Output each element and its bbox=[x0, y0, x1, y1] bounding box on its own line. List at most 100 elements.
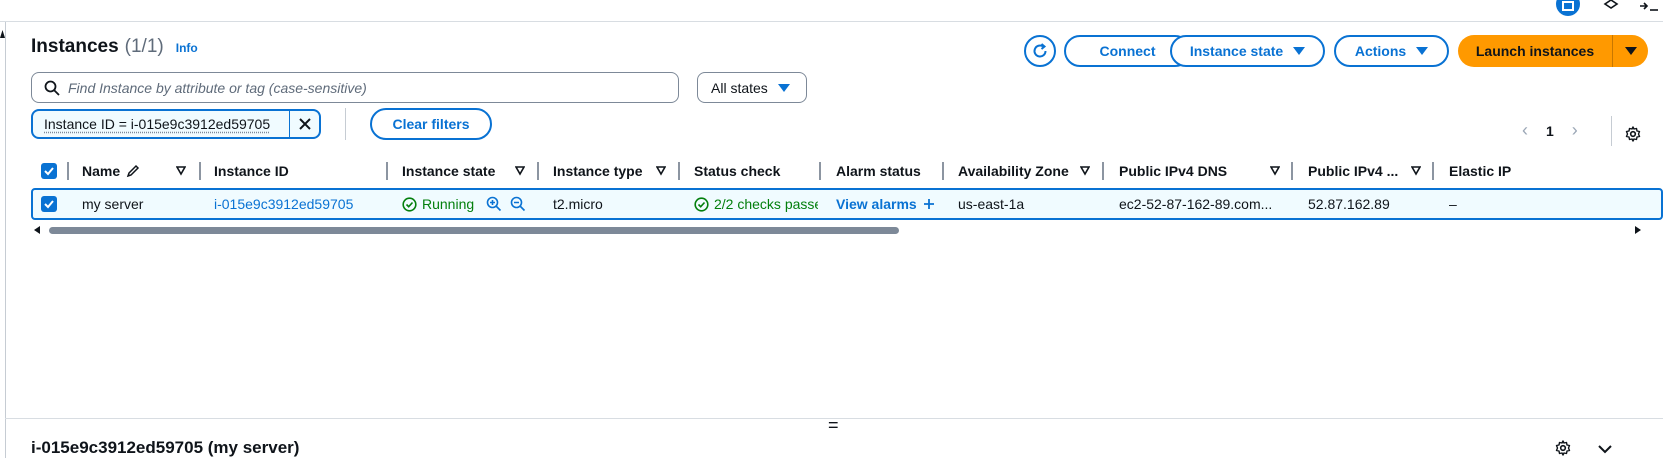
nav-divider bbox=[5, 22, 6, 458]
column-divider[interactable] bbox=[678, 162, 680, 180]
horizontal-scrollbar[interactable] bbox=[31, 224, 1663, 236]
column-header-name[interactable]: Name bbox=[82, 157, 140, 185]
column-header-public-ipv4-dns[interactable]: Public IPv4 DNS bbox=[1119, 157, 1227, 185]
actions-button[interactable]: Actions bbox=[1334, 35, 1449, 67]
status-success-icon bbox=[694, 196, 709, 212]
edit-icon bbox=[126, 164, 140, 178]
table-settings-icon[interactable] bbox=[1625, 126, 1641, 142]
column-header-public-ipv4[interactable]: Public IPv4 ... bbox=[1308, 157, 1398, 185]
search-icon bbox=[44, 80, 60, 96]
page-title: Instances bbox=[31, 36, 119, 57]
select-all-checkbox[interactable] bbox=[41, 157, 57, 185]
sort-icon[interactable] bbox=[656, 157, 666, 185]
column-divider[interactable] bbox=[1102, 162, 1104, 180]
column-divider[interactable] bbox=[819, 162, 821, 180]
column-header-status-check[interactable]: Status check bbox=[694, 157, 780, 185]
details-panel-title: i-015e9c3912ed59705 (my server) bbox=[31, 438, 300, 457]
filter-divider bbox=[345, 108, 346, 140]
instances-table: Name Instance ID Instance state Instance… bbox=[31, 157, 1663, 220]
column-header-elastic-ip[interactable]: Elastic IP bbox=[1449, 157, 1511, 185]
close-icon bbox=[298, 118, 311, 130]
instance-state-button[interactable]: Instance state bbox=[1170, 35, 1325, 67]
scrollbar-thumb[interactable] bbox=[49, 227, 899, 234]
status-success-icon bbox=[402, 196, 417, 212]
connect-label: Connect bbox=[1099, 43, 1156, 59]
column-header-availability-zone[interactable]: Availability Zone bbox=[958, 157, 1069, 185]
column-divider[interactable] bbox=[537, 162, 539, 180]
column-divider[interactable] bbox=[386, 162, 388, 180]
states-select[interactable]: All states bbox=[697, 72, 807, 103]
column-label: Name bbox=[82, 163, 121, 179]
cell-instance-state: Running bbox=[402, 190, 526, 218]
previous-page-icon[interactable]: ‹ bbox=[1522, 120, 1528, 141]
plus-icon[interactable] bbox=[923, 198, 935, 210]
cell-status-check: 2/2 checks passed bbox=[694, 190, 818, 218]
zoom-out-icon[interactable] bbox=[510, 196, 526, 212]
user-menu-icon[interactable] bbox=[1636, 0, 1660, 16]
table-header: Name Instance ID Instance state Instance… bbox=[31, 157, 1663, 185]
top-strip bbox=[0, 0, 1663, 22]
search-input[interactable] bbox=[68, 79, 628, 96]
next-page-icon[interactable]: › bbox=[1572, 120, 1578, 141]
sort-icon[interactable] bbox=[176, 157, 186, 185]
refresh-icon bbox=[1033, 43, 1047, 58]
sort-icon[interactable] bbox=[1270, 157, 1280, 185]
actions-label: Actions bbox=[1354, 43, 1407, 59]
filter-token: Instance ID = i-015e9c3912ed59705 bbox=[31, 109, 321, 139]
column-divider bbox=[67, 162, 69, 180]
launch-instances-split-button: Launch instances bbox=[1458, 35, 1648, 67]
info-link[interactable]: Info bbox=[176, 41, 198, 55]
checkbox-checked-icon bbox=[41, 196, 57, 212]
sort-icon[interactable] bbox=[515, 157, 525, 185]
caret-down-icon bbox=[777, 83, 790, 92]
chevron-down-icon[interactable] bbox=[1598, 444, 1612, 454]
caret-down-icon bbox=[1624, 47, 1637, 55]
page-header: Instances (1/1) Info bbox=[31, 36, 198, 58]
states-select-value: All states bbox=[711, 79, 768, 96]
zoom-in-icon[interactable] bbox=[486, 196, 502, 212]
filter-token-label: Instance ID = i-015e9c3912ed59705 bbox=[44, 116, 271, 132]
caret-down-icon bbox=[1416, 47, 1429, 55]
column-divider[interactable] bbox=[1291, 162, 1293, 180]
sort-icon[interactable] bbox=[1411, 157, 1421, 185]
row-checkbox[interactable] bbox=[41, 190, 57, 218]
checkbox-checked-icon bbox=[41, 163, 57, 179]
view-alarms-label: View alarms bbox=[836, 196, 917, 212]
pagination: ‹ 1 › bbox=[1522, 120, 1578, 141]
notifications-icon[interactable] bbox=[1556, 0, 1580, 16]
instance-count: (1/1) bbox=[124, 36, 164, 57]
column-header-instance-state[interactable]: Instance state bbox=[402, 157, 495, 185]
cell-elastic-ip: – bbox=[1449, 196, 1457, 212]
caret-down-icon bbox=[1293, 47, 1306, 55]
column-header-instance-type[interactable]: Instance type bbox=[553, 157, 642, 185]
panel-settings-icon[interactable] bbox=[1555, 440, 1571, 456]
column-header-alarm-status[interactable]: Alarm status bbox=[836, 157, 921, 185]
clear-filters-button[interactable]: Clear filters bbox=[370, 108, 492, 140]
column-divider[interactable] bbox=[199, 162, 201, 180]
remove-filter-button[interactable] bbox=[289, 111, 319, 137]
help-icon[interactable] bbox=[1599, 0, 1623, 16]
refresh-button[interactable] bbox=[1024, 35, 1056, 67]
column-divider[interactable] bbox=[942, 162, 944, 180]
instance-state-text: Running bbox=[422, 196, 475, 212]
scroll-right-icon[interactable] bbox=[1635, 226, 1641, 234]
column-divider[interactable] bbox=[1432, 162, 1434, 180]
cell-name: my server bbox=[82, 196, 144, 212]
cell-instance-id-link[interactable]: i-015e9c3912ed59705 bbox=[214, 190, 353, 218]
pager-divider bbox=[1611, 116, 1612, 146]
column-header-instance-id[interactable]: Instance ID bbox=[214, 157, 289, 185]
view-alarms-link[interactable]: View alarms bbox=[836, 190, 935, 218]
cell-instance-type: t2.micro bbox=[553, 196, 603, 212]
cell-availability-zone: us-east-1a bbox=[958, 196, 1025, 212]
cell-public-ipv4: 52.87.162.89 bbox=[1308, 196, 1390, 212]
cell-public-ipv4-dns: ec2-52-87-162-89.com... bbox=[1119, 196, 1273, 212]
launch-dropdown-button[interactable] bbox=[1612, 35, 1648, 67]
scroll-left-icon[interactable] bbox=[34, 226, 40, 234]
table-row[interactable]: my server i-015e9c3912ed59705 Running t2… bbox=[31, 188, 1663, 220]
search-bar bbox=[31, 72, 679, 103]
instance-state-label: Instance state bbox=[1189, 43, 1284, 59]
launch-instances-button[interactable]: Launch instances bbox=[1458, 35, 1612, 67]
current-page[interactable]: 1 bbox=[1546, 123, 1554, 139]
sort-icon[interactable] bbox=[1080, 157, 1090, 185]
resize-handle-icon[interactable]: = bbox=[828, 416, 839, 434]
